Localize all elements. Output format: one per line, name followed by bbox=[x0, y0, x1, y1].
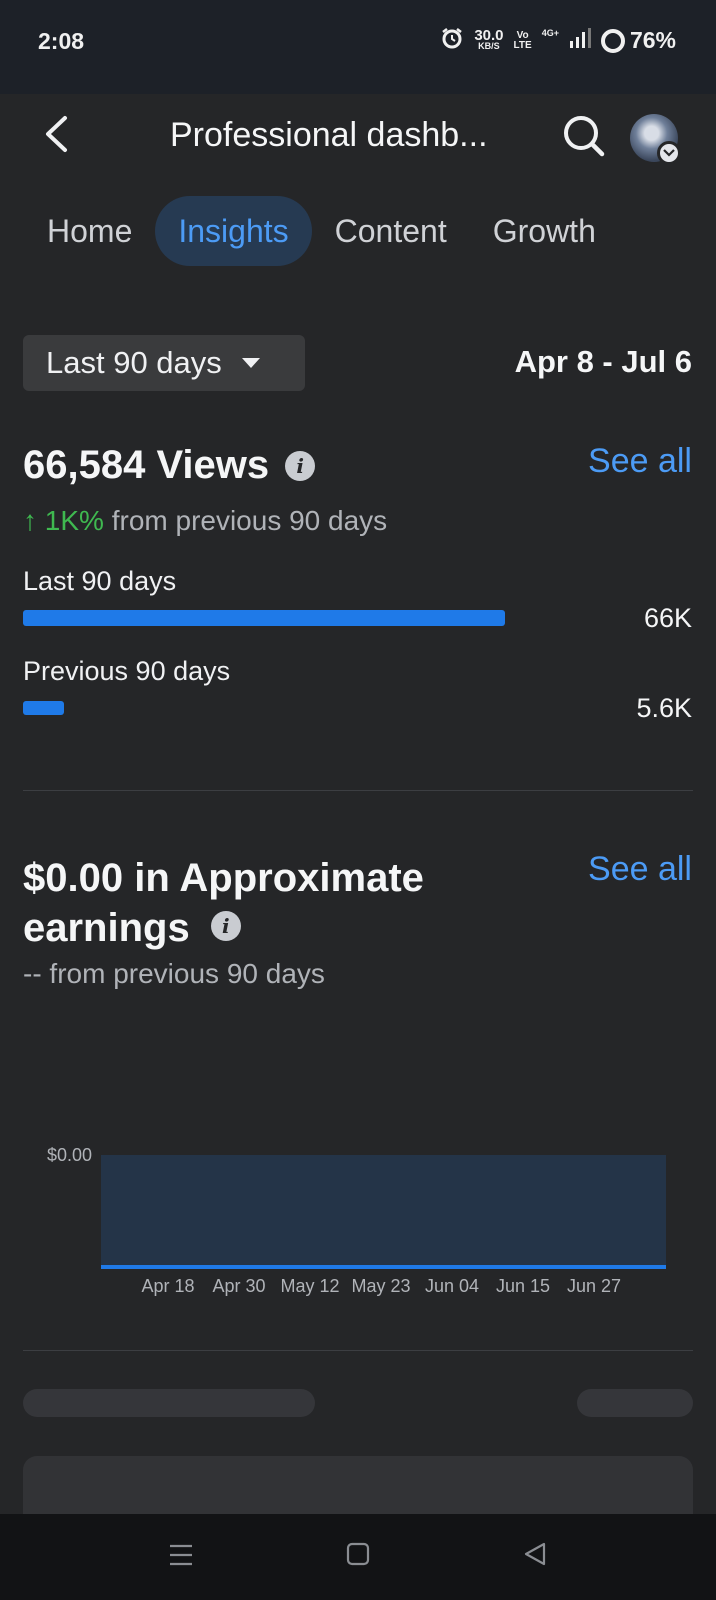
alarm-icon bbox=[440, 26, 464, 55]
bar-value-previous: 5.6K bbox=[636, 693, 692, 723]
volte-bottom: LTE bbox=[513, 39, 532, 51]
section-divider bbox=[23, 790, 693, 791]
battery-icon bbox=[600, 28, 625, 53]
tab-insights[interactable]: Insights bbox=[155, 196, 312, 266]
status-time: 2:08 bbox=[38, 28, 85, 54]
views-change-value: ↑ 1K% bbox=[23, 505, 104, 536]
status-icons: 30.0 KB/S Vo LTE 4G+ 76% bbox=[440, 26, 676, 55]
bar-label-previous: Previous 90 days bbox=[23, 656, 231, 686]
tab-growth[interactable]: Growth bbox=[470, 196, 619, 266]
signal-icon bbox=[569, 27, 591, 54]
chart-x-tick-label: Jun 27 bbox=[567, 1276, 621, 1296]
earnings-chart: $0.00 Apr 18 Apr 30 May 12 May 23 Jun 04 Jun 1… bbox=[0, 1130, 716, 1310]
loading-placeholder bbox=[23, 1389, 315, 1417]
section-divider bbox=[23, 1350, 693, 1351]
chart-x-tick-label: Apr 18 bbox=[141, 1276, 194, 1296]
views-total: 66,584 Views bbox=[23, 443, 270, 487]
network-speed-unit: KB/S bbox=[478, 40, 500, 51]
period-dropdown-label: Last 90 days bbox=[46, 345, 222, 380]
home-button[interactable] bbox=[346, 1542, 370, 1571]
caret-down-icon bbox=[241, 358, 260, 368]
bar-value-current: 66K bbox=[643, 603, 692, 633]
back-arrow-icon bbox=[46, 116, 67, 152]
info-icon[interactable]: i bbox=[210, 911, 241, 942]
app-header: Professional dashb... bbox=[0, 94, 716, 182]
earnings-chart-svg: $0.00 Apr 18 Apr 30 May 12 May 23 Jun 04 Jun 1… bbox=[47, 1145, 666, 1296]
search-button[interactable] bbox=[560, 112, 608, 160]
bar-previous bbox=[23, 701, 623, 715]
status-bar: 2:08 30.0 KB/S Vo LTE 4G+ 76% bbox=[0, 0, 716, 94]
menu-icon bbox=[170, 1544, 192, 1566]
tab-content[interactable]: Content bbox=[312, 196, 470, 266]
chart-x-tick-label: Jun 15 bbox=[496, 1276, 550, 1296]
search-icon bbox=[564, 116, 605, 157]
network-speed-value: 30.0 bbox=[474, 26, 504, 44]
bar-current-fill bbox=[23, 610, 505, 626]
tab-home[interactable]: Home bbox=[24, 196, 155, 266]
loading-placeholder bbox=[577, 1389, 693, 1417]
system-nav-bar bbox=[0, 1514, 716, 1600]
earnings-change: -- from previous 90 days bbox=[23, 958, 325, 989]
chevron-down-icon bbox=[663, 149, 675, 157]
chart-area-fill bbox=[101, 1155, 666, 1267]
views-heading: 66,584 Views i bbox=[23, 443, 316, 488]
tab-bar: Home Insights Content Growth bbox=[24, 196, 619, 266]
back-button[interactable] bbox=[36, 112, 76, 156]
chart-x-tick-label: Jun 04 bbox=[425, 1276, 479, 1296]
chart-x-tick-label: May 23 bbox=[351, 1276, 410, 1296]
recents-button[interactable] bbox=[168, 1542, 194, 1573]
chart-y-tick-label: $0.00 bbox=[47, 1145, 92, 1165]
network-speed: 30.0 KB/S bbox=[474, 26, 504, 52]
period-dropdown[interactable]: Last 90 days bbox=[23, 335, 305, 391]
bar-current bbox=[23, 610, 623, 626]
views-change-text: from previous 90 days bbox=[103, 505, 388, 536]
bar-label-current: Last 90 days bbox=[23, 566, 177, 596]
info-icon[interactable]: i bbox=[285, 450, 316, 481]
volte-indicator: Vo LTE bbox=[513, 29, 532, 51]
battery-indicator: 76% bbox=[600, 27, 676, 54]
network-type: 4G+ bbox=[541, 27, 559, 38]
earnings-see-all-link[interactable]: See all bbox=[588, 850, 692, 889]
bar-previous-fill bbox=[23, 701, 64, 715]
battery-level: 76% bbox=[629, 27, 676, 53]
volte-top: Vo bbox=[516, 29, 529, 41]
back-nav-button[interactable] bbox=[522, 1541, 548, 1572]
earnings-heading: $0.00 in Approximate earnings i bbox=[23, 853, 543, 953]
account-switch-button[interactable] bbox=[657, 141, 681, 165]
chart-x-tick-label: May 12 bbox=[280, 1276, 339, 1296]
triangle-back-icon bbox=[524, 1542, 546, 1566]
square-home-icon bbox=[346, 1542, 370, 1566]
chart-x-tick-label: Apr 30 bbox=[212, 1276, 265, 1296]
date-range: Apr 8 - Jul 6 bbox=[514, 344, 692, 379]
page-title: Professional dashb... bbox=[170, 116, 488, 154]
views-change: ↑ 1K% from previous 90 days bbox=[23, 505, 387, 537]
views-see-all-link[interactable]: See all bbox=[588, 442, 692, 481]
